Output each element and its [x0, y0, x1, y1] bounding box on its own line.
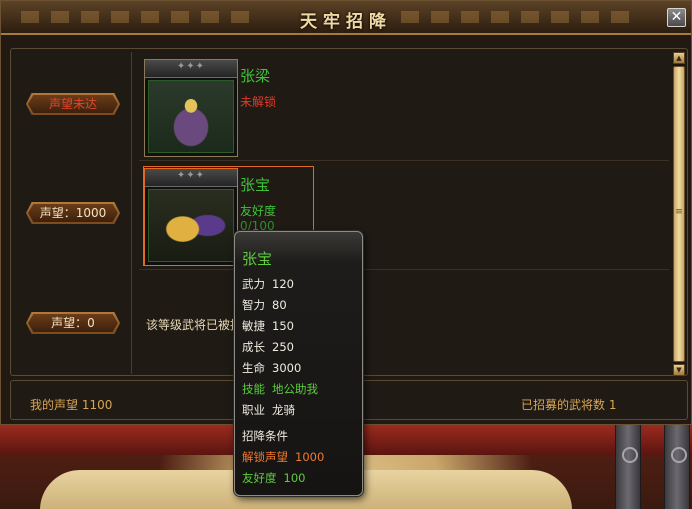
skill-value: 地公助我	[272, 382, 318, 396]
portrait-frame-ornament	[145, 60, 237, 78]
hero-tooltip: 张宝 武力 120 智力 80 敏捷 150 成长 250 生命 3000 技能 地公助我 …	[234, 231, 363, 496]
scroll-down-button[interactable]: ▼	[673, 364, 685, 376]
requirements-header: 招降条件	[242, 429, 288, 443]
hero-status-locked: 未解锁	[240, 95, 277, 109]
stat-row-growth: 成长 250	[242, 339, 294, 355]
close-button[interactable]: ✕	[667, 8, 686, 27]
portrait-frame-ornament	[145, 169, 237, 187]
requirements-header-row: 招降条件	[242, 428, 288, 444]
stat-row-life: 生命 3000	[242, 360, 301, 376]
rank-label: 声望未达	[48, 97, 97, 111]
req-friendship-row: 友好度 100	[242, 470, 305, 486]
scroll-up-button[interactable]: ▲	[673, 52, 685, 64]
background-pillar	[664, 418, 690, 509]
stat-value: 150	[272, 319, 294, 333]
hero-portrait-zhangliang[interactable]	[144, 59, 238, 157]
job-label: 职业	[242, 403, 265, 417]
arrow-down-icon: ▼	[676, 366, 682, 374]
stat-row-force: 武力 120	[242, 276, 294, 292]
skill-label: 技能	[242, 382, 265, 396]
hero-name: 张梁	[240, 67, 271, 85]
stat-label: 武力	[242, 277, 265, 291]
job-value: 龙骑	[272, 403, 295, 417]
recruited-count: 已招募的武将数 1	[521, 398, 617, 412]
list-scrollbar[interactable]: ▲ ▼	[673, 52, 685, 376]
hero-image	[148, 189, 234, 262]
rank-badge: 声望：0	[26, 312, 120, 334]
stat-value: 250	[272, 340, 294, 354]
req-reputation-value: 1000	[295, 450, 325, 464]
window-title: 天牢招降	[300, 12, 392, 32]
scroll-thumb[interactable]	[673, 66, 685, 362]
stat-row-agility: 敏捷 150	[242, 318, 294, 334]
hero-name: 张宝	[240, 176, 271, 194]
stat-label: 智力	[242, 298, 265, 312]
row-divider	[139, 160, 669, 161]
my-reputation: 我的声望 1100	[30, 398, 113, 412]
stat-label: 成长	[242, 340, 265, 354]
friendship-label: 友好度	[240, 204, 277, 218]
rank-badge: 声望未达	[26, 93, 120, 115]
already-recruited-note: 该等级武将已被招	[146, 318, 241, 332]
stat-value: 120	[272, 277, 294, 291]
stat-label: 生命	[242, 361, 265, 375]
req-reputation-row: 解锁声望 1000	[242, 449, 324, 465]
req-reputation-label: 解锁声望	[242, 450, 288, 464]
tooltip-hero-name: 张宝	[242, 250, 273, 268]
stat-row-intellect: 智力 80	[242, 297, 287, 313]
arrow-up-icon: ▲	[676, 54, 682, 62]
rank-label: 声望：1000	[39, 206, 107, 220]
window-titlebar: 天牢招降 ✕	[1, 1, 691, 35]
req-friendship-label: 友好度	[242, 471, 277, 485]
row-divider	[139, 269, 669, 270]
background-pillar	[615, 418, 641, 509]
close-icon: ✕	[670, 9, 683, 25]
skill-row: 技能 地公助我	[242, 381, 318, 397]
stat-value: 3000	[272, 361, 302, 375]
stat-label: 敏捷	[242, 319, 265, 333]
hero-image	[148, 80, 234, 153]
hero-portrait-zhangbao[interactable]	[144, 168, 238, 266]
rank-badge: 声望：1000	[26, 202, 120, 224]
column-divider	[131, 52, 132, 374]
stat-value: 80	[272, 298, 287, 312]
req-friendship-value: 100	[283, 471, 306, 485]
job-row: 职业 龙骑	[242, 402, 295, 418]
rank-label: 声望：0	[51, 316, 95, 330]
